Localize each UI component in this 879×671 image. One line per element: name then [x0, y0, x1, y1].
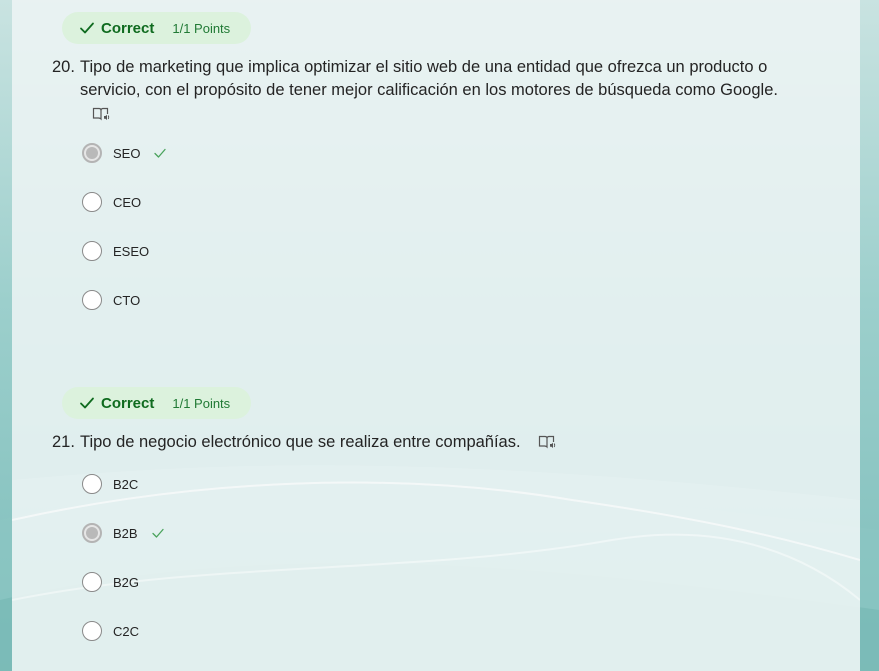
question-text: Tipo de marketing que implica optimizar …	[80, 58, 778, 99]
option-b2b[interactable]: B2B	[82, 522, 165, 544]
checkmark-icon	[80, 22, 94, 34]
question-number: 20.	[52, 58, 75, 76]
result-badge: Correct 1/1 Points	[62, 12, 251, 44]
option-label: CTO	[113, 292, 141, 308]
checkmark-icon	[80, 397, 94, 409]
option-b2c[interactable]: B2C	[82, 473, 138, 495]
option-label: C2C	[113, 623, 140, 639]
radio-button[interactable]	[82, 241, 102, 261]
result-points: 1/1 Points	[172, 395, 231, 411]
option-label: ESEO	[113, 243, 150, 259]
question-number: 21.	[52, 433, 75, 451]
option-label: B2G	[113, 574, 140, 590]
option-label: B2C	[113, 476, 139, 492]
option-b2g[interactable]: B2G	[82, 571, 139, 593]
immersive-reader-icon[interactable]	[92, 106, 111, 122]
option-cto[interactable]: CTO	[82, 289, 140, 311]
question-text-content: Tipo de negocio electrónico que se reali…	[80, 433, 521, 451]
result-points: 1/1 Points	[172, 20, 231, 36]
question-text: Tipo de negocio electrónico que se reali…	[80, 431, 812, 454]
question-21: 21. Tipo de negocio electrónico que se r…	[52, 431, 812, 454]
option-seo[interactable]: SEO	[82, 142, 167, 164]
option-label: CEO	[113, 194, 142, 210]
radio-button[interactable]	[82, 572, 102, 592]
result-status: Correct	[101, 19, 155, 37]
radio-button[interactable]	[82, 523, 102, 543]
radio-button[interactable]	[82, 621, 102, 641]
immersive-reader-icon[interactable]	[538, 434, 557, 450]
option-label: SEO	[113, 145, 141, 161]
question-20: 20. Tipo de marketing que implica optimi…	[52, 56, 812, 126]
correct-check-icon	[151, 528, 164, 538]
option-ceo[interactable]: CEO	[82, 191, 141, 213]
radio-button[interactable]	[82, 192, 102, 212]
radio-button[interactable]	[82, 143, 102, 163]
result-badge: Correct 1/1 Points	[62, 387, 251, 419]
option-eseo[interactable]: ESEO	[82, 240, 149, 262]
option-c2c[interactable]: C2C	[82, 620, 139, 642]
result-status: Correct	[101, 394, 155, 412]
correct-check-icon	[154, 148, 167, 158]
option-label: B2B	[113, 525, 138, 541]
radio-button[interactable]	[82, 290, 102, 310]
radio-button[interactable]	[82, 474, 102, 494]
